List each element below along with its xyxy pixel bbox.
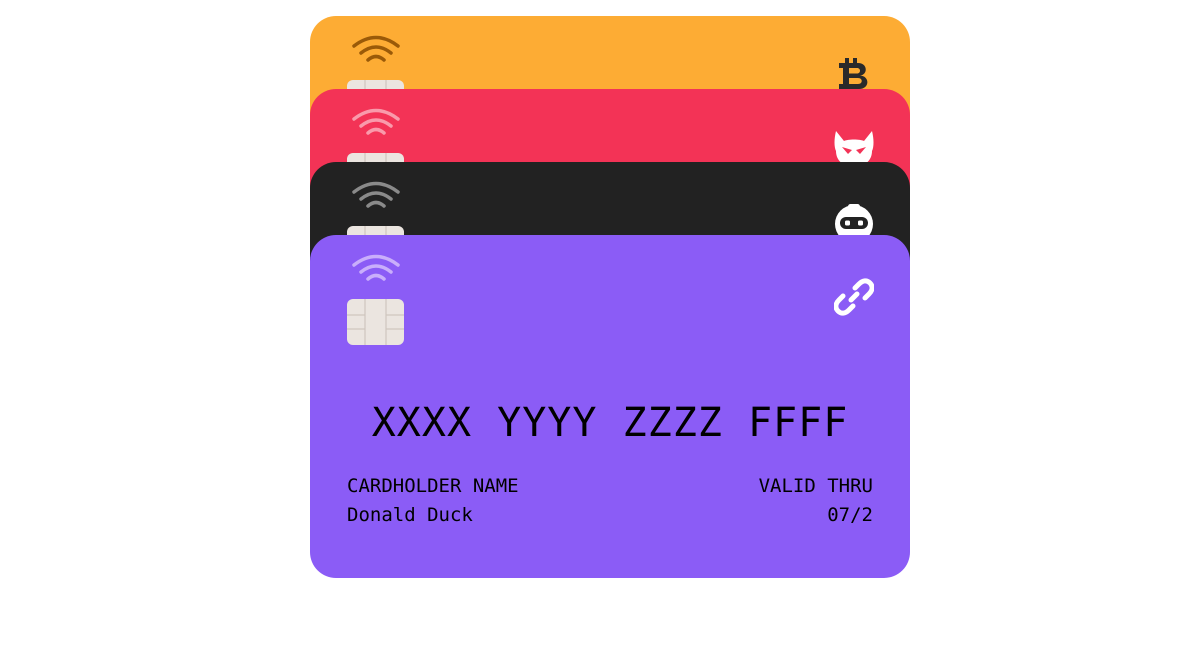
credit-card-link[interactable]: XXXX YYYY ZZZZ FFFF CARDHOLDER NAME Dona…: [310, 235, 910, 578]
contactless-icon: [352, 181, 400, 208]
cardholder-name: Donald Duck: [347, 504, 473, 526]
valid-thru-value: 07/2: [827, 504, 873, 526]
contactless-icon: [352, 108, 400, 135]
cardholder-label: CARDHOLDER NAME: [347, 475, 519, 497]
card-number: XXXX YYYY ZZZZ FFFF: [371, 400, 849, 446]
chip-icon: [347, 299, 404, 345]
contactless-icon: [352, 35, 400, 62]
link-icon: [834, 278, 874, 316]
contactless-icon: [352, 254, 400, 281]
card-stack: XXXX YYYY ZZZZ FFFF CARDHOLDER NAME Dona…: [310, 16, 910, 579]
valid-thru-label: VALID THRU: [758, 475, 873, 497]
